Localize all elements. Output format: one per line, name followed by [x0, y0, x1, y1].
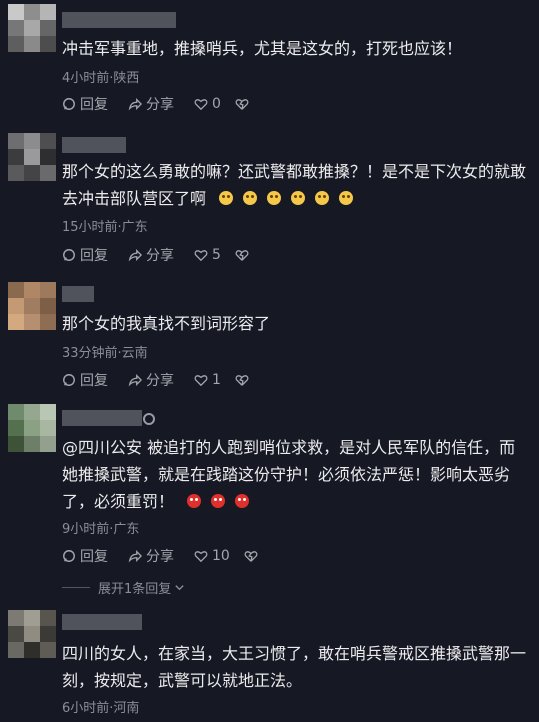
username[interactable] — [62, 410, 142, 426]
expand-label: 展开1条回复 — [98, 582, 172, 597]
angry-emoji-icon — [187, 494, 202, 508]
broken-heart-icon — [244, 551, 258, 562]
username[interactable] — [62, 614, 142, 630]
username[interactable] — [62, 137, 126, 153]
like-button[interactable]: 0 — [194, 96, 221, 112]
share-arrow-icon — [128, 98, 142, 111]
avatar[interactable] — [8, 404, 56, 452]
like-button[interactable]: 5 — [194, 247, 221, 263]
share-label: 分享 — [146, 248, 174, 264]
share-arrow-icon — [128, 249, 142, 262]
reply-button[interactable]: 回复 — [62, 370, 108, 390]
comment-actions: 回复 分享 0 — [62, 94, 273, 114]
avatar[interactable] — [8, 610, 56, 658]
chevron-down-icon — [175, 585, 184, 591]
heart-icon — [194, 375, 208, 387]
reply-button[interactable]: 回复 — [62, 94, 108, 114]
comment-actions: 回复 分享 10 — [62, 546, 282, 566]
comment-text: @四川公安 被追打的人跑到哨位求救，是对人民军队的信任，而她推搡武警，就是在践踏… — [62, 434, 528, 515]
comment-text: 那个女的我真找不到词形容了 — [62, 314, 271, 333]
smile-emoji-icon — [339, 191, 354, 205]
angry-emoji-icon — [235, 494, 250, 508]
heart-icon — [194, 250, 208, 262]
share-button[interactable]: 分享 — [128, 370, 174, 390]
smile-emoji-icon — [219, 191, 234, 205]
smile-emoji-icon — [267, 191, 282, 205]
reply-bubble-icon — [63, 374, 75, 386]
avatar[interactable] — [8, 4, 56, 52]
emoji-group — [174, 492, 251, 511]
comment-meta: 15小时前·广东 — [62, 220, 148, 235]
smile-emoji-icon — [243, 191, 258, 205]
broken-heart-icon — [235, 99, 249, 110]
like-count: 5 — [212, 247, 221, 263]
broken-heart-icon — [235, 250, 249, 261]
share-label: 分享 — [146, 549, 174, 565]
comment-actions: 回复 分享 1 — [62, 370, 273, 390]
reply-button[interactable]: 回复 — [62, 245, 108, 265]
reply-bubble-icon — [63, 249, 75, 261]
reply-bubble-icon — [63, 98, 75, 110]
smile-emoji-icon — [315, 191, 330, 205]
reply-label: 回复 — [80, 549, 108, 565]
avatar[interactable] — [8, 282, 56, 330]
comment-actions: 回复 分享 5 — [62, 245, 273, 265]
dislike-button[interactable] — [235, 373, 253, 387]
reply-label: 回复 — [80, 373, 108, 389]
username[interactable] — [62, 12, 176, 28]
share-label: 分享 — [146, 97, 174, 113]
broken-heart-icon — [235, 375, 249, 386]
reply-label: 回复 — [80, 97, 108, 113]
dislike-button[interactable] — [235, 248, 253, 262]
comment-text: 四川的女人，在家当，大王习惯了，敢在哨兵警戒区推搡武警那一刻，按规定，武警可以就… — [62, 644, 527, 690]
reply-button[interactable]: 回复 — [62, 546, 108, 566]
comment-text-body: @四川公安 被追打的人跑到哨位求救，是对人民军队的信任，而她推搡武警，就是在践踏… — [62, 438, 516, 511]
dislike-button[interactable] — [244, 549, 262, 563]
dislike-button[interactable] — [235, 97, 253, 111]
like-count: 10 — [212, 548, 230, 564]
share-arrow-icon — [128, 374, 142, 387]
comment-meta: 4小时前·陕西 — [62, 71, 140, 86]
heart-icon — [194, 551, 208, 563]
angry-emoji-icon — [211, 494, 226, 508]
comment-text: 那个女的这么勇敢的嘛？还武警都敢推搡？！是不是下次女的就敢去冲击部队营区了啊 — [62, 158, 528, 212]
share-button[interactable]: 分享 — [128, 245, 174, 265]
share-label: 分享 — [146, 373, 174, 389]
like-button[interactable]: 10 — [194, 548, 230, 564]
reply-bubble-icon — [63, 550, 75, 562]
like-count: 0 — [212, 96, 221, 112]
share-arrow-icon — [128, 550, 142, 563]
emoji-group — [206, 189, 355, 208]
like-button[interactable]: 1 — [194, 372, 221, 388]
reply-label: 回复 — [80, 248, 108, 264]
expand-replies-button[interactable]: 展开1条回复 — [62, 578, 185, 597]
avatar[interactable] — [8, 133, 56, 181]
like-count: 1 — [212, 372, 221, 388]
verified-icon — [143, 413, 155, 425]
share-button[interactable]: 分享 — [128, 94, 174, 114]
comment-meta: 9小时前·广东 — [62, 522, 140, 537]
heart-icon — [194, 99, 208, 111]
username[interactable] — [62, 286, 94, 302]
share-button[interactable]: 分享 — [128, 546, 174, 566]
smile-emoji-icon — [291, 191, 306, 205]
comment-meta: 33分钟前·云南 — [62, 346, 148, 361]
comment-meta: 6小时前·河南 — [62, 701, 140, 716]
expand-divider — [62, 587, 90, 588]
comment-text: 冲击军事重地，推搡哨兵，尤其是这女的，打死也应该！ — [62, 39, 463, 58]
